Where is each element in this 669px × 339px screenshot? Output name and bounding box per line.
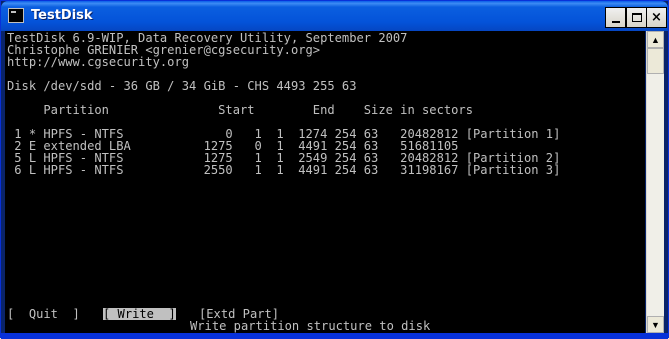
menu-hint: Write partition structure to disk <box>190 319 431 333</box>
console-icon <box>8 8 24 23</box>
minimize-icon <box>611 20 620 23</box>
scroll-down-icon[interactable]: ▼ <box>647 316 664 333</box>
write-menu-item[interactable]: [ Write ] <box>103 308 176 320</box>
column-headers: Partition Start End Size in sectors <box>7 103 473 117</box>
partition-row[interactable]: 6 L HPFS - NTFS 2550 1 1 4491 254 63 311… <box>7 164 560 176</box>
scroll-up-icon[interactable]: ▲ <box>647 31 664 48</box>
window-frame-bottom <box>1 333 668 339</box>
maximize-icon <box>631 13 642 22</box>
header-line-3: http://www.cgsecurity.org <box>7 55 190 69</box>
maximize-button[interactable] <box>626 7 647 28</box>
disk-info: Disk /dev/sdd - 36 GB / 34 GiB - CHS 449… <box>7 79 357 93</box>
console-area[interactable]: TestDisk 6.9-WIP, Data Recovery Utility,… <box>5 31 645 333</box>
close-button[interactable]: × <box>646 7 667 28</box>
scroll-thumb[interactable] <box>647 48 664 74</box>
minimize-button[interactable] <box>605 7 626 28</box>
title-bar[interactable]: TestDisk × <box>1 1 668 31</box>
window-title: TestDisk <box>31 8 93 23</box>
vertical-scrollbar[interactable]: ▲ ▼ <box>646 31 664 333</box>
close-icon: × <box>651 10 662 25</box>
quit-menu-item[interactable]: [ Quit ] <box>7 308 80 320</box>
testdisk-window: TestDisk × TestDisk 6.9-WIP, Data Recove… <box>0 0 669 339</box>
